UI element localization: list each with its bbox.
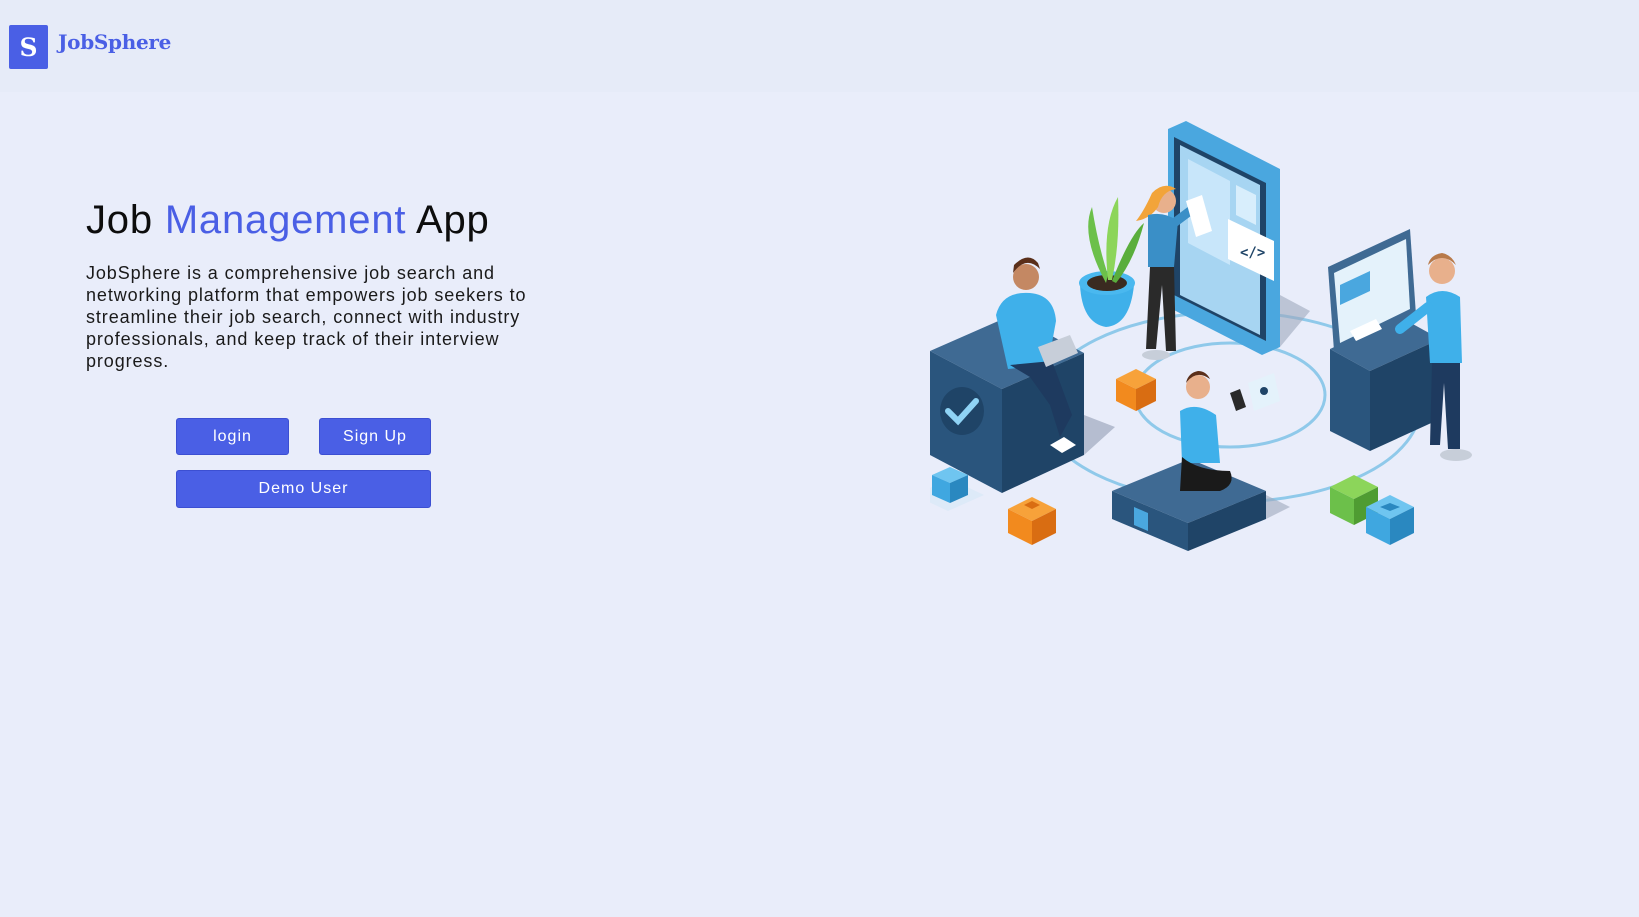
brand-name[interactable]: JobSphere — [58, 30, 171, 54]
orange-box-large — [1008, 497, 1056, 545]
computer-desk — [1328, 229, 1440, 451]
title-part-1: Job — [86, 198, 165, 242]
demo-user-button[interactable]: Demo User — [176, 470, 431, 508]
title-part-2: App — [406, 198, 490, 242]
page-title: Job Management App — [86, 198, 490, 243]
green-blue-boxes — [1330, 475, 1414, 545]
navbar: S JobSphere — [0, 0, 1639, 92]
logo-icon[interactable]: S — [9, 25, 48, 69]
orange-box-small — [1116, 369, 1156, 411]
code-tag: </> — [1240, 245, 1265, 261]
signup-button[interactable]: Sign Up — [319, 418, 431, 455]
hero-description: JobSphere is a comprehensive job search … — [86, 263, 527, 371]
login-button[interactable]: login — [176, 418, 289, 455]
plant-icon — [1079, 197, 1144, 327]
tablet-screen: </> — [1168, 121, 1310, 355]
team-collaboration-illustration: </> — [930, 121, 1472, 551]
title-accent: Management — [164, 198, 407, 242]
person-with-phone — [1180, 371, 1280, 491]
